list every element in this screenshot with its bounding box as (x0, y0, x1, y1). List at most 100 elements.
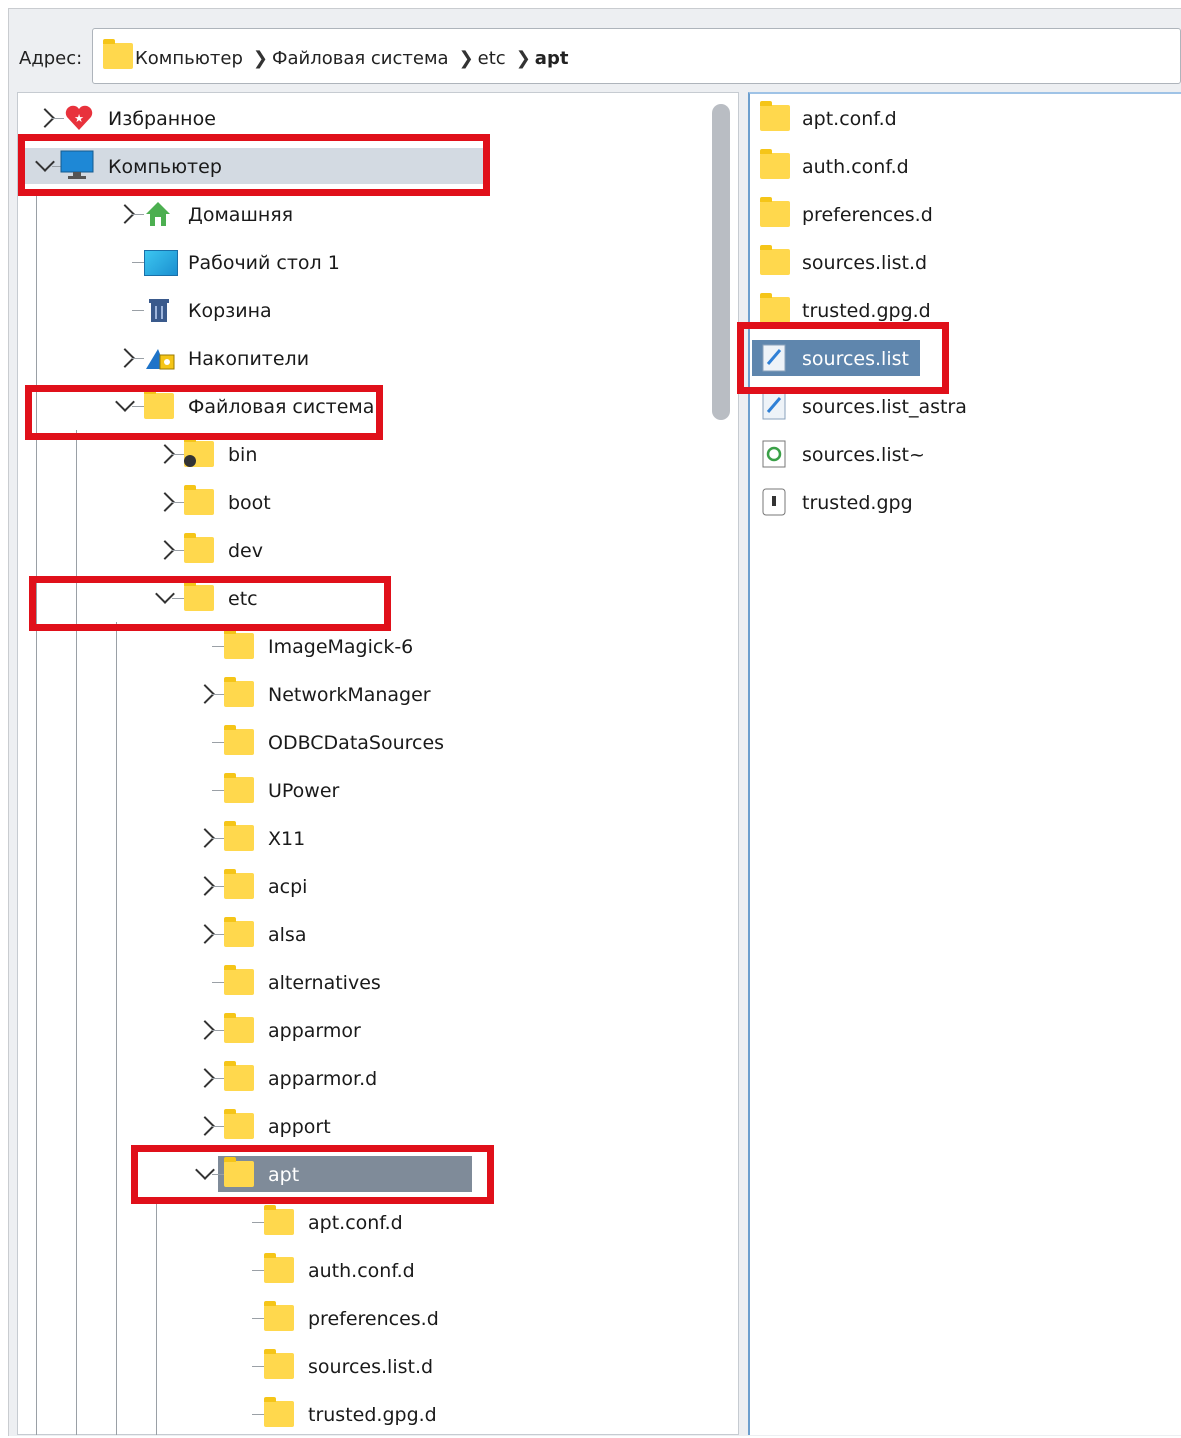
file-item[interactable]: sources.list (750, 334, 1170, 382)
file-item[interactable]: trusted.gpg.d (750, 286, 1170, 334)
tree-item[interactable]: boot (18, 478, 708, 526)
file-item[interactable]: auth.conf.d (750, 142, 1170, 190)
tree-item[interactable]: apparmor.d (18, 1054, 708, 1102)
address-bar[interactable]: Компьютер ❯ Файловая система ❯ etc ❯ apt (92, 28, 1181, 84)
tree-item-label: auth.conf.d (308, 1260, 415, 1282)
tree-item-label: apt.conf.d (308, 1212, 403, 1234)
tree-item[interactable]: Компьютер (18, 142, 708, 190)
file-item-label: sources.list~ (802, 444, 925, 466)
folder-icon (224, 1157, 254, 1187)
file-item-label: auth.conf.d (802, 156, 909, 178)
tree-item-label: Корзина (188, 300, 272, 322)
tree-item-label: Накопители (188, 348, 310, 370)
tree-item-label: apparmor (268, 1020, 361, 1042)
file-item[interactable]: preferences.d (750, 190, 1170, 238)
key-file-icon (762, 488, 786, 516)
tree-item[interactable]: apt (18, 1150, 708, 1198)
tree-item[interactable]: bin (18, 430, 708, 478)
tree-item[interactable]: X11 (18, 814, 708, 862)
file-item[interactable]: trusted.gpg (750, 478, 1170, 526)
breadcrumb-apt[interactable]: apt (535, 48, 569, 69)
chevron-down-icon[interactable] (195, 1160, 215, 1180)
text-file-icon (762, 392, 786, 420)
tree-connector (212, 982, 224, 983)
folder-icon (184, 533, 214, 563)
tree-connector (52, 118, 64, 119)
heart-icon: ★ (64, 103, 94, 133)
tree-item[interactable]: ImageMagick-6 (18, 622, 708, 670)
breadcrumb-filesystem[interactable]: Файловая система (272, 48, 449, 69)
tree-connector (212, 694, 224, 695)
folder-icon (224, 917, 254, 947)
file-item[interactable]: apt.conf.d (750, 94, 1170, 142)
folder-icon (184, 485, 214, 515)
file-item-label: sources.list_astra (802, 396, 967, 418)
tree-item[interactable]: trusted.gpg.d (18, 1390, 708, 1438)
tree-item[interactable]: apport (18, 1102, 708, 1150)
tree-connector (132, 214, 144, 215)
tree-item[interactable]: Рабочий стол 1 (18, 238, 708, 286)
folder-icon (224, 869, 254, 899)
tree-connector (172, 598, 184, 599)
folder-icon (184, 581, 214, 611)
folder-icon (264, 1397, 294, 1427)
file-item-label: sources.list.d (802, 252, 928, 274)
tree-item[interactable]: UPower (18, 766, 708, 814)
tree-item[interactable]: sources.list.d (18, 1342, 708, 1390)
tree-connector (156, 1198, 157, 1435)
tree-item[interactable]: etc (18, 574, 708, 622)
tree-connector (252, 1222, 264, 1223)
tree-item[interactable]: Файловая система (18, 382, 708, 430)
tree-item-label: UPower (268, 780, 340, 802)
address-label: Адрес: (19, 48, 83, 69)
tree-connector (252, 1318, 264, 1319)
tree-item[interactable]: alsa (18, 910, 708, 958)
folder-icon (144, 389, 174, 419)
tree-item[interactable]: ODBCDataSources (18, 718, 708, 766)
tree-item[interactable]: apt.conf.d (18, 1198, 708, 1246)
folder-icon (224, 1109, 254, 1139)
tree-connector (212, 742, 224, 743)
tree-item[interactable]: Домашняя (18, 190, 708, 238)
chevron-right-icon: ❯ (515, 48, 531, 69)
folder-icon (103, 39, 133, 69)
file-item[interactable]: sources.list_astra (750, 382, 1170, 430)
file-item[interactable]: sources.list~ (750, 430, 1170, 478)
tree-item-label: apport (268, 1116, 331, 1138)
tree-item-label: boot (228, 492, 271, 514)
chevron-down-icon[interactable] (155, 584, 175, 604)
folder-icon (264, 1205, 294, 1235)
file-item[interactable]: sources.list.d (750, 238, 1170, 286)
breadcrumb-etc[interactable]: etc (478, 48, 506, 69)
folder-icon (224, 1061, 254, 1091)
tree-connector (76, 430, 77, 1435)
tree-connector (212, 838, 224, 839)
breadcrumb-computer[interactable]: Компьютер (135, 48, 243, 69)
tree-connector (252, 1366, 264, 1367)
tree-item[interactable]: alternatives (18, 958, 708, 1006)
tree-item[interactable]: Корзина (18, 286, 708, 334)
folder-icon (760, 245, 790, 275)
tree-item[interactable]: auth.conf.d (18, 1246, 708, 1294)
tree-item[interactable]: Накопители (18, 334, 708, 382)
selection-highlight (218, 1156, 472, 1192)
tree-item-label: Домашняя (188, 204, 294, 226)
monitor-icon (60, 150, 94, 180)
tree-connector (212, 646, 224, 647)
folder-icon (264, 1253, 294, 1283)
tree-item[interactable]: apparmor (18, 1006, 708, 1054)
folder-link-icon (184, 437, 214, 467)
tree-item[interactable]: NetworkManager (18, 670, 708, 718)
file-item-label: trusted.gpg (802, 492, 913, 514)
chevron-down-icon[interactable] (115, 392, 135, 412)
tree-item[interactable]: ★ Избранное (18, 94, 708, 142)
file-item-label: sources.list (802, 348, 909, 370)
tree-item[interactable]: acpi (18, 862, 708, 910)
tree-item[interactable]: preferences.d (18, 1294, 708, 1342)
tree-item-label: bin (228, 444, 258, 466)
tree-item[interactable]: dev (18, 526, 708, 574)
tree-item-label: etc (228, 588, 258, 610)
tree-scrollbar[interactable] (712, 104, 730, 420)
tree-item-label: acpi (268, 876, 308, 898)
folder-icon (264, 1301, 294, 1331)
